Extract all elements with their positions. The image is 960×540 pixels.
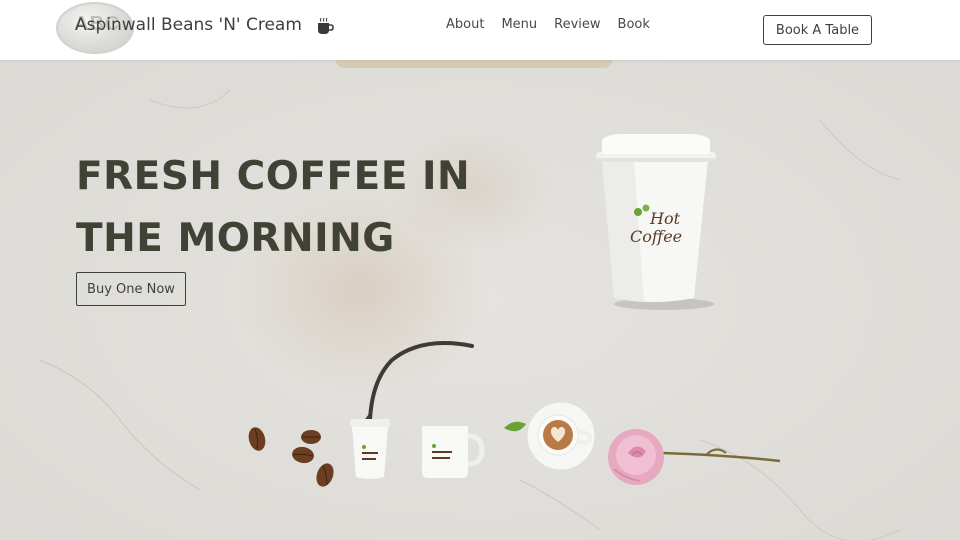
nav-menu[interactable]: Menu	[501, 17, 537, 32]
site-header: ABC Aspinwall Beans 'N' Cream About Menu…	[0, 0, 960, 60]
brand-name[interactable]: Aspinwall Beans 'N' Cream	[75, 15, 302, 35]
hero-headline: FRESH COFFEE IN THE MORNING	[76, 146, 470, 270]
book-a-table-button[interactable]: Book A Table	[763, 15, 872, 45]
small-coffee-cup-image	[350, 413, 390, 479]
cup-label-coffee: Coffee	[630, 227, 682, 246]
pink-rose-image	[608, 429, 781, 485]
latte-art-cup-image	[504, 401, 596, 471]
buy-one-now-button[interactable]: Buy One Now	[76, 272, 186, 306]
nav-about[interactable]: About	[446, 17, 484, 32]
coffee-cup-icon	[318, 17, 334, 34]
coffee-beans-image	[248, 427, 334, 487]
headline-line-2: THE MORNING	[76, 216, 395, 261]
headline-line-1: FRESH COFFEE IN	[76, 154, 471, 199]
nav-review[interactable]: Review	[554, 17, 600, 32]
cup-label-hot: Hot	[649, 209, 681, 228]
hero-section: FRESH COFFEE IN THE MORNING Buy One Now …	[0, 60, 960, 540]
main-nav: About Menu Review Book	[446, 17, 650, 32]
coffee-mug-image	[422, 426, 485, 478]
nav-book[interactable]: Book	[618, 17, 650, 32]
hot-coffee-cup-image: Hot Coffee	[596, 134, 716, 310]
